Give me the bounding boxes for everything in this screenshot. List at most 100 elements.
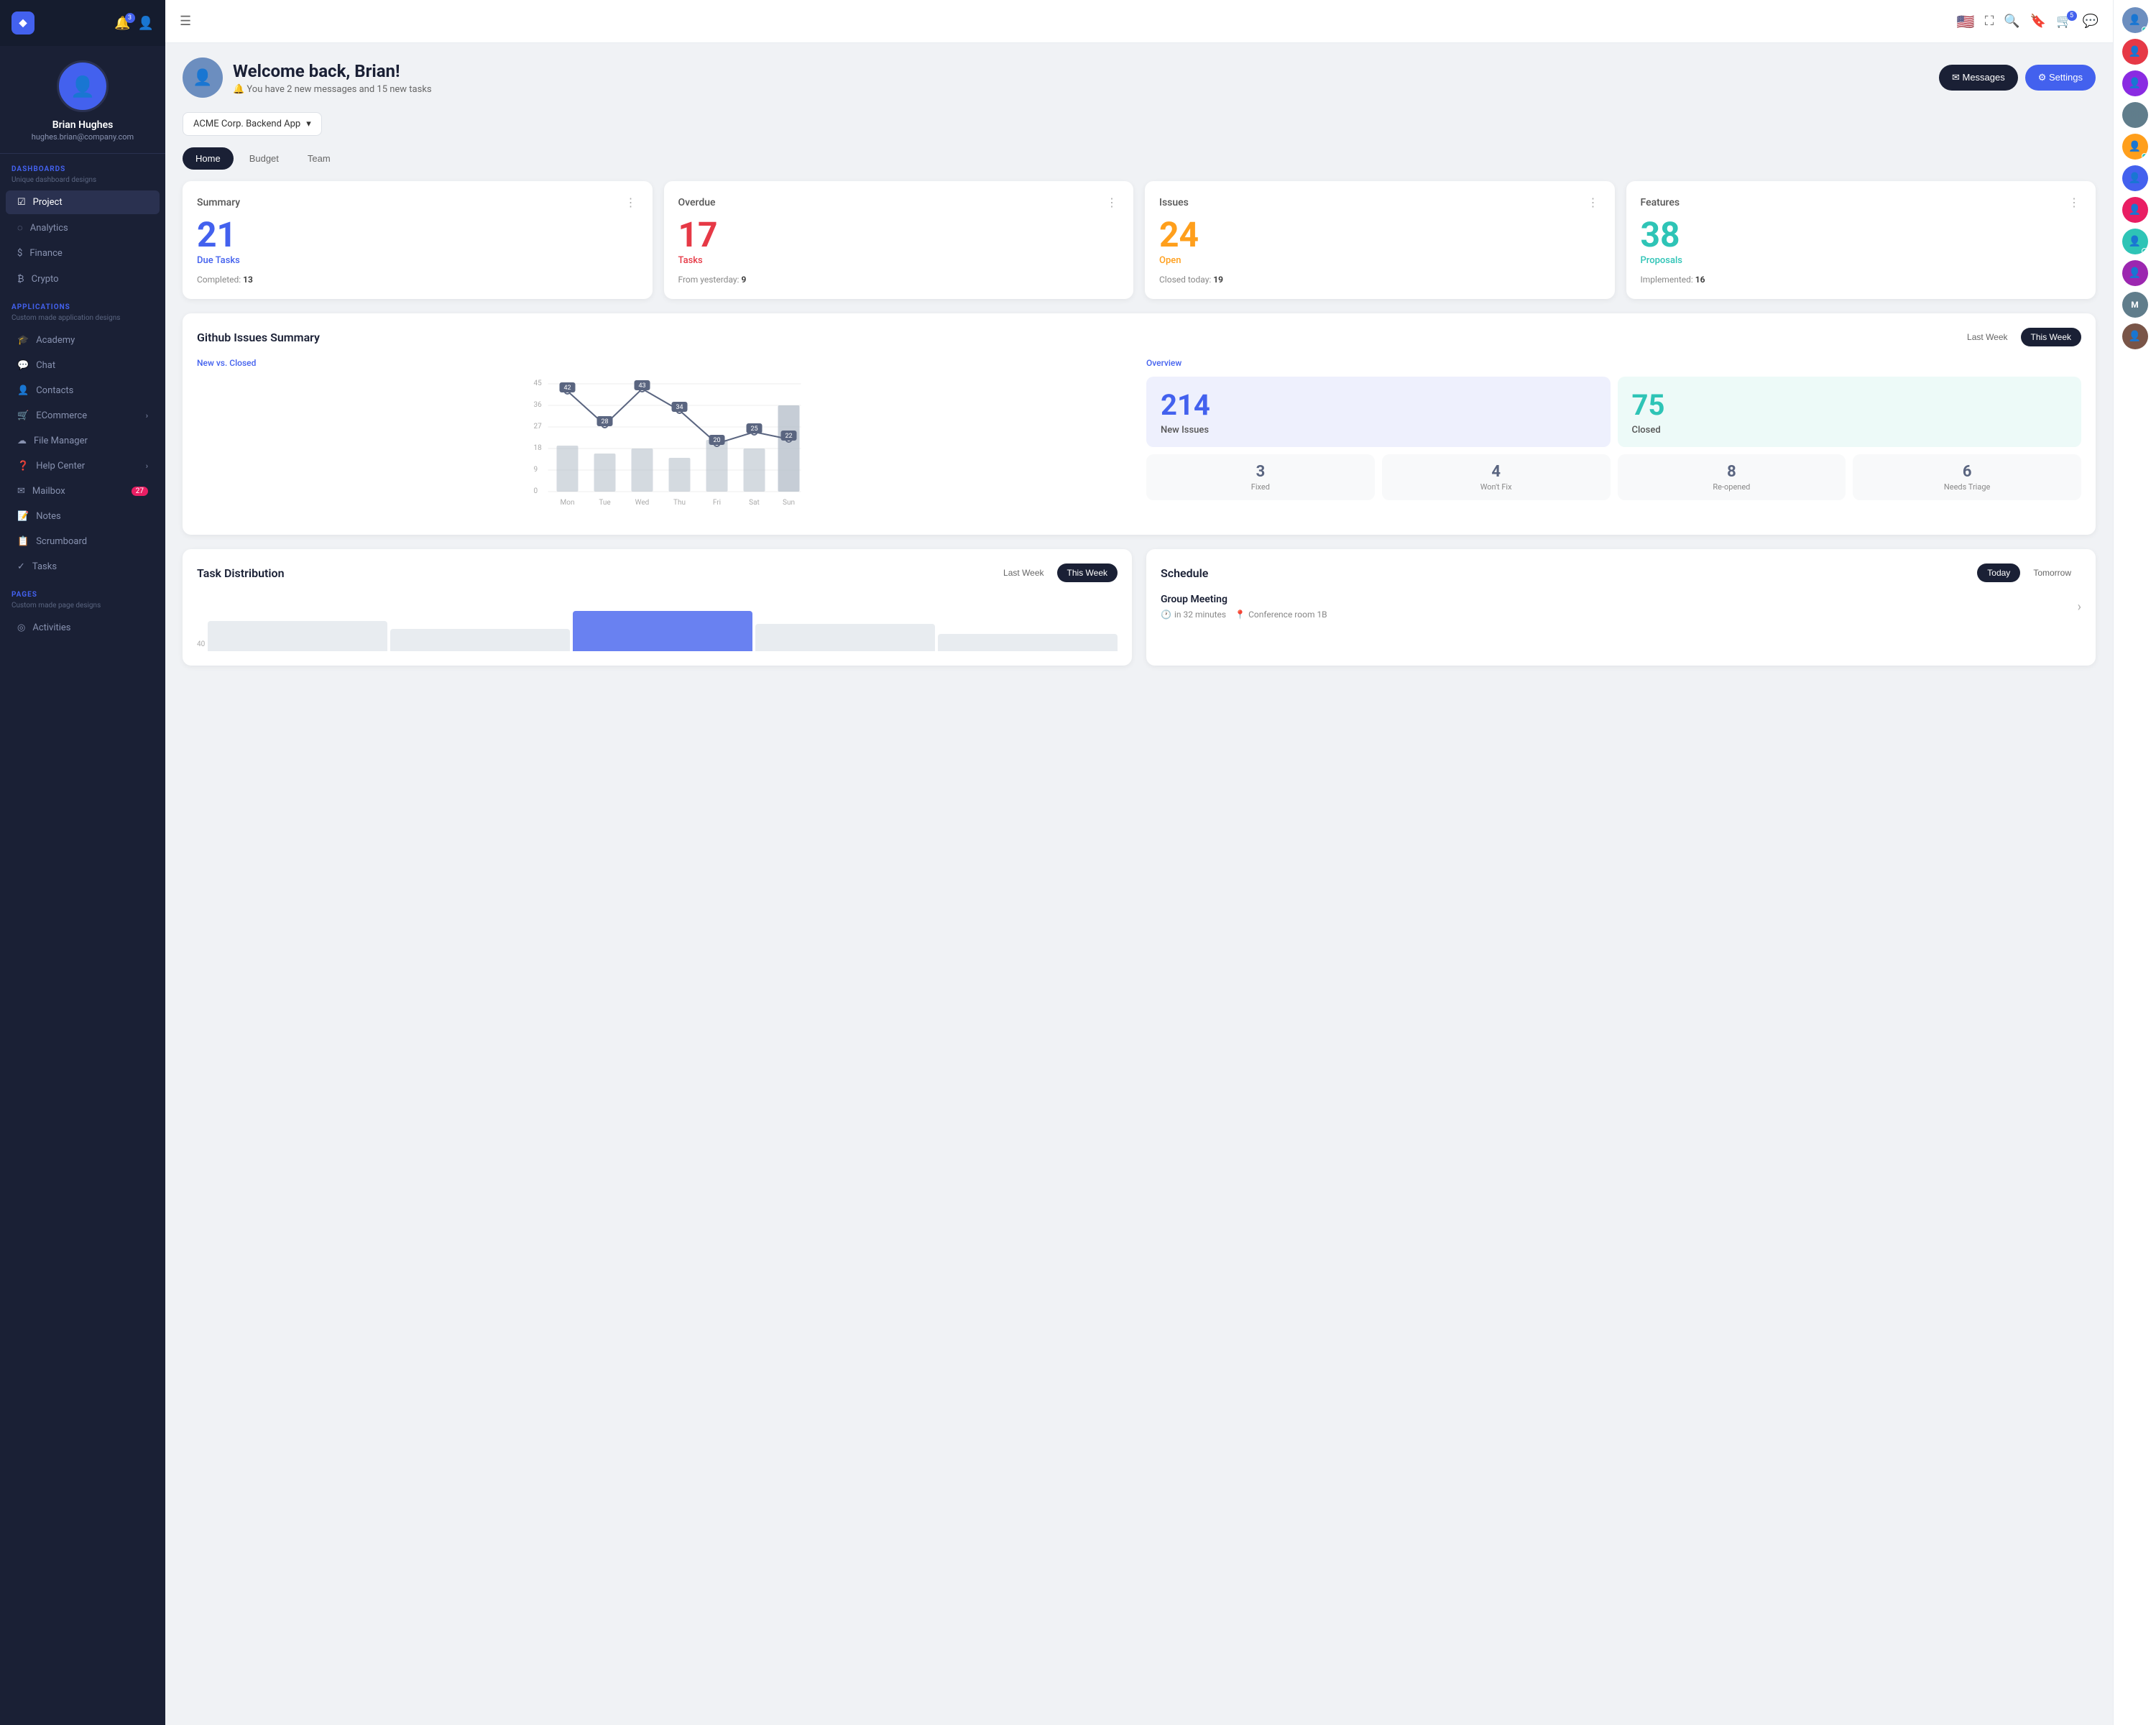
chart-label: New vs. Closed: [197, 358, 1132, 368]
sidebar-item-project[interactable]: ☑ Project: [6, 190, 160, 214]
applications-sublabel: Custom made application designs: [0, 314, 165, 328]
section-header: Github Issues Summary Last Week This Wee…: [197, 328, 2081, 346]
sidebar-item-scrumboard[interactable]: 📋 Scrumboard: [6, 530, 160, 553]
event-title: Group Meeting: [1161, 594, 1327, 605]
schedule-toggle: Today Tomorrow: [1977, 564, 2081, 582]
tab-team[interactable]: Team: [295, 147, 344, 170]
sidebar-item-filemanager[interactable]: ☁ File Manager: [6, 429, 160, 453]
project-selector[interactable]: ACME Corp. Backend App ▾: [183, 112, 322, 136]
welcome-message: 🔔 You have 2 new messages and 15 new tas…: [233, 84, 432, 95]
schedule-title: Schedule: [1161, 566, 1208, 580]
sidebar-item-crypto[interactable]: ₿ Crypto: [6, 267, 160, 291]
reopened-label: Re-opened: [1626, 482, 1838, 492]
stat-card-overdue: Overdue ⋮ 17 Tasks From yesterday: 9: [664, 181, 1134, 299]
contacts-icon: 👤: [17, 385, 29, 396]
rs-avatar-8[interactable]: 👤: [2122, 260, 2148, 286]
menu-icon[interactable]: ☰: [180, 14, 191, 29]
mailbox-icon: ✉: [17, 486, 25, 497]
sidebar-item-label: Crypto: [32, 274, 59, 285]
stat-card-features: Features ⋮ 38 Proposals Implemented: 16: [1626, 181, 2096, 299]
sidebar-item-activities[interactable]: ◎ Activities: [6, 616, 160, 640]
overview-label: Overview: [1146, 358, 2081, 368]
sidebar-item-analytics[interactable]: ◌ Analytics: [6, 216, 160, 240]
toggle-this-week[interactable]: This Week: [2021, 328, 2081, 346]
rs-avatar-2[interactable]: 👤: [2122, 70, 2148, 96]
sidebar-item-label: File Manager: [34, 436, 88, 446]
github-issues-title: Github Issues Summary: [197, 331, 320, 344]
svg-text:Tue: Tue: [599, 499, 610, 507]
topbar-right: 🇺🇸 ⛶ 🔍 🔖 🛒 5 💬: [1957, 13, 2099, 30]
rs-avatar-3[interactable]: M: [2122, 102, 2148, 128]
chevron-right-icon[interactable]: ›: [2078, 599, 2081, 615]
sidebar-item-chat[interactable]: 💬 Chat: [6, 354, 160, 377]
sidebar-item-ecommerce[interactable]: 🛒 ECommerce ›: [6, 404, 160, 428]
rs-avatar-4[interactable]: 👤: [2122, 134, 2148, 160]
more-options-icon[interactable]: ⋮: [1588, 196, 1600, 209]
rs-avatar-0[interactable]: 👤: [2122, 7, 2148, 33]
overview-bottom: 3 Fixed 4 Won't Fix 8 Re-opened 6: [1146, 454, 2081, 500]
more-options-icon[interactable]: ⋮: [2068, 196, 2081, 209]
sidebar-item-academy[interactable]: 🎓 Academy: [6, 328, 160, 352]
welcome-greeting: Welcome back, Brian!: [233, 61, 432, 81]
sidebar-item-label: Scrumboard: [36, 536, 87, 547]
location-icon: 📍: [1235, 610, 1245, 620]
stat-sub: Completed: 13: [197, 275, 638, 285]
flag-icon[interactable]: 🇺🇸: [1957, 13, 1975, 30]
sidebar-item-helpcenter[interactable]: ❓ Help Center ›: [6, 454, 160, 478]
chart-section: New vs. Closed 45 36 27 18 9 0: [197, 358, 1132, 520]
rs-avatar-10[interactable]: 👤: [2122, 323, 2148, 349]
task-toggle-last-week[interactable]: Last Week: [993, 564, 1054, 582]
sidebar-item-contacts[interactable]: 👤 Contacts: [6, 379, 160, 402]
activities-icon: ◎: [17, 622, 25, 633]
welcome-left: 👤 Welcome back, Brian! 🔔 You have 2 new …: [183, 58, 432, 98]
new-issues-label: New Issues: [1161, 425, 1596, 436]
finance-icon: $: [17, 248, 22, 259]
topbar-chat-icon[interactable]: 💬: [2083, 14, 2099, 29]
new-issues-card: 214 New Issues: [1146, 377, 1611, 447]
rs-avatar-9[interactable]: M: [2122, 292, 2148, 318]
svg-text:27: 27: [534, 423, 543, 431]
stats-grid: Summary ⋮ 21 Due Tasks Completed: 13 Ove…: [183, 181, 2096, 299]
svg-text:Mon: Mon: [561, 499, 575, 507]
stat-sub: Implemented: 16: [1641, 275, 2082, 285]
svg-text:42: 42: [563, 385, 571, 392]
sidebar-item-notes[interactable]: 📝 Notes: [6, 505, 160, 528]
rs-avatar-6[interactable]: 👤: [2122, 197, 2148, 223]
more-options-icon[interactable]: ⋮: [625, 196, 638, 209]
schedule-today-btn[interactable]: Today: [1977, 564, 2020, 582]
sidebar-item-label: Activities: [32, 622, 70, 633]
app-logo[interactable]: ◆: [11, 12, 34, 34]
rs-avatar-7[interactable]: 👤: [2122, 229, 2148, 254]
tab-home[interactable]: Home: [183, 147, 234, 170]
notification-icon[interactable]: 🔔 3: [114, 16, 130, 31]
task-toggle-this-week[interactable]: This Week: [1057, 564, 1118, 582]
toggle-last-week[interactable]: Last Week: [1957, 328, 2017, 346]
sidebar: ◆ 🔔 3 👤 👤 Brian Hughes hughes.brian@comp…: [0, 0, 165, 1725]
rs-avatar-1[interactable]: 👤: [2122, 39, 2148, 65]
settings-button[interactable]: ⚙ Settings: [2025, 65, 2096, 91]
applications-label: APPLICATIONS: [0, 292, 165, 314]
task-dist-title: Task Distribution: [197, 566, 285, 580]
search-icon[interactable]: 🔍: [2004, 14, 2019, 29]
mini-card-wontfix: 4 Won't Fix: [1382, 454, 1611, 500]
cart-wrap[interactable]: 🛒 5: [2056, 14, 2072, 29]
notes-icon: 📝: [17, 511, 29, 522]
rs-avatar-5[interactable]: 👤: [2122, 165, 2148, 191]
messages-button[interactable]: ✉ Messages: [1939, 65, 2018, 91]
schedule-tomorrow-btn[interactable]: Tomorrow: [2023, 564, 2081, 582]
sidebar-item-label: Mailbox: [32, 486, 65, 497]
sidebar-item-tasks[interactable]: ✓ Tasks: [6, 555, 160, 579]
tab-budget[interactable]: Budget: [236, 147, 292, 170]
analytics-icon: ◌: [17, 222, 23, 234]
stat-card-header: Summary ⋮: [197, 196, 638, 209]
fullscreen-icon[interactable]: ⛶: [1985, 14, 1994, 29]
stat-title: Overdue: [678, 197, 716, 208]
ecommerce-icon: 🛒: [17, 410, 29, 421]
svg-text:43: 43: [638, 382, 645, 390]
bookmark-icon[interactable]: 🔖: [2030, 14, 2046, 29]
schedule-event: Group Meeting 🕐 in 32 minutes 📍 Conferen…: [1161, 594, 2081, 620]
sidebar-item-mailbox[interactable]: ✉ Mailbox 27: [6, 479, 160, 503]
sidebar-item-finance[interactable]: $ Finance: [6, 242, 160, 265]
more-options-icon[interactable]: ⋮: [1106, 196, 1119, 209]
user-circle-icon[interactable]: 👤: [138, 16, 154, 31]
